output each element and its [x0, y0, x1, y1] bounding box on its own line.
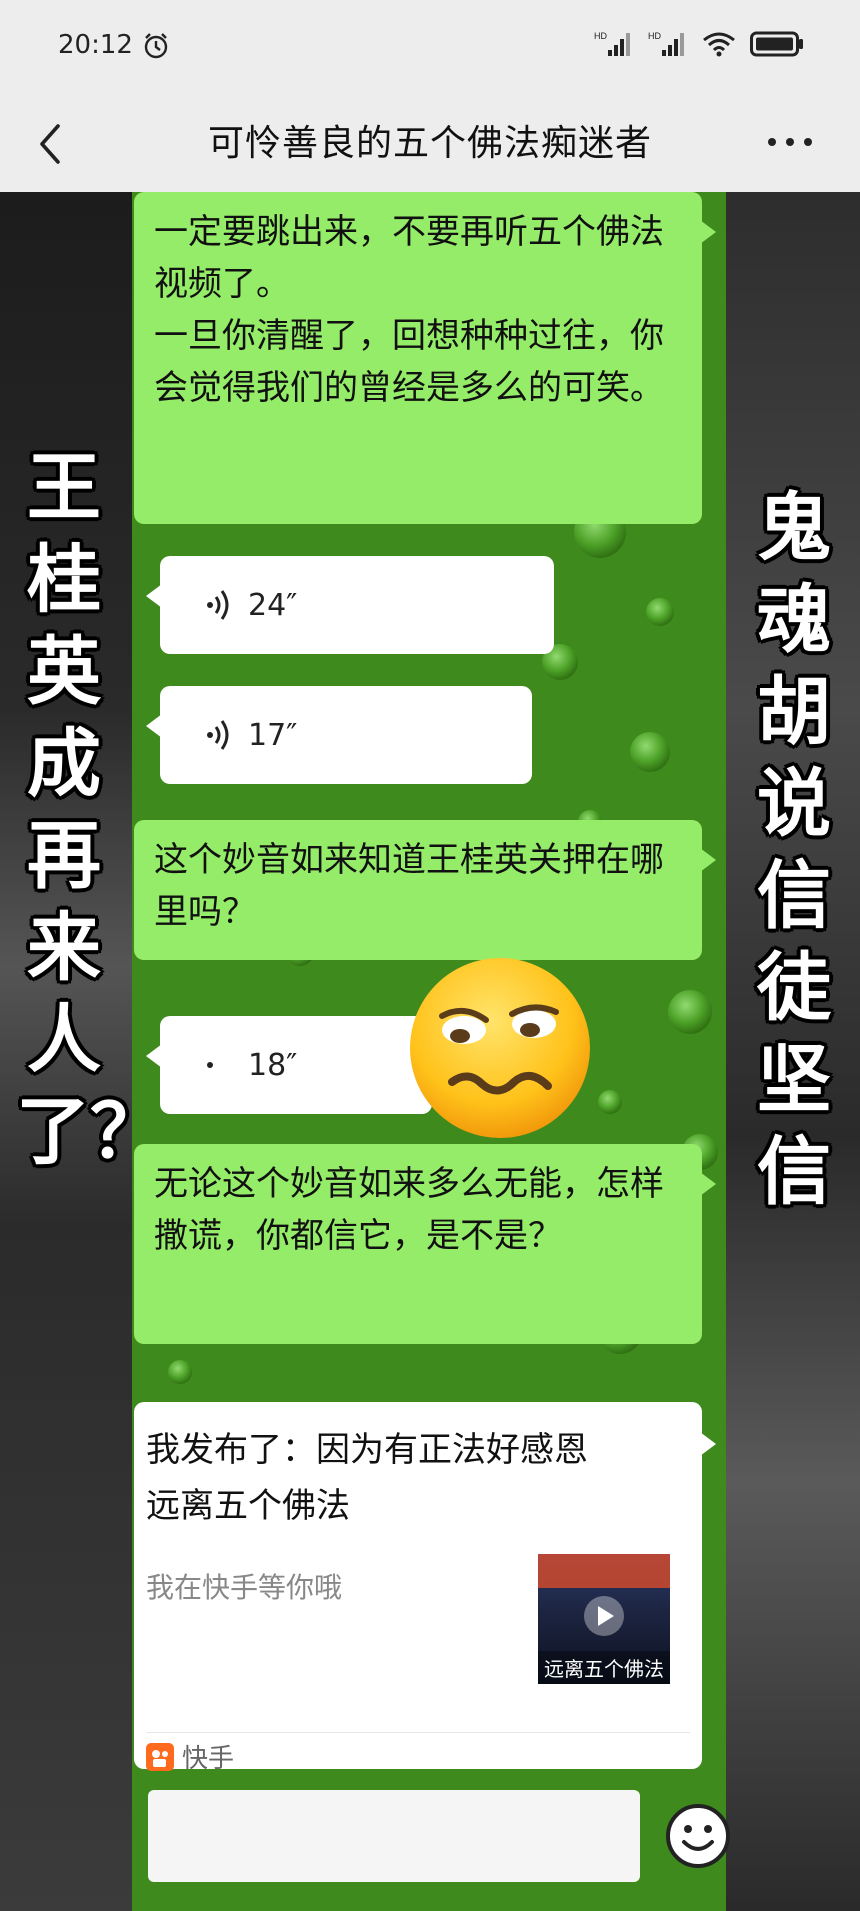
message-input[interactable]	[148, 1790, 640, 1882]
voice-wave-icon	[207, 1062, 213, 1068]
voice-wave-icon	[207, 590, 229, 620]
status-icons: HD HD	[594, 30, 804, 58]
card-title: 我发布了：因为有正法好感恩远离五个佛法	[146, 1430, 588, 1526]
status-time: 20:12	[58, 30, 133, 60]
woozy-face-emoji	[410, 958, 590, 1138]
voice-message[interactable]: 17″	[146, 686, 532, 784]
chat-title: 可怜善良的五个佛法痴迷者	[207, 123, 652, 164]
left-overlay-caption: 王桂英成再来人了？	[16, 445, 164, 1175]
card-divider	[146, 1732, 690, 1733]
card-subtitle: 我在快手等你哦	[146, 1571, 343, 1604]
signal-icon-2: HD	[648, 31, 684, 56]
voice-duration: 18″	[248, 1047, 298, 1083]
message-bubble[interactable]: 一定要跳出来，不要再听五个佛法视频了。 一旦你清醒了，回想种种过往，你会觉得我们…	[134, 192, 716, 524]
card-source: 快手	[146, 1738, 234, 1775]
message-bubble[interactable]: 无论这个妙音如来多么无能，怎样撒谎，你都信它，是不是？	[134, 1144, 716, 1344]
voice-duration: 24″	[248, 587, 298, 623]
status-bar: 20:12 HD HD	[0, 0, 860, 96]
voice-duration: 17″	[248, 717, 298, 753]
more-dots-icon[interactable]	[766, 134, 814, 150]
alarm-icon	[144, 33, 168, 59]
wifi-icon	[703, 32, 735, 57]
message-bubble[interactable]: 这个妙音如来知道王桂英关押在哪里吗？	[134, 820, 716, 960]
svg-text:HD: HD	[648, 31, 661, 41]
smiley-icon[interactable]	[664, 1802, 732, 1870]
svg-text:HD: HD	[594, 31, 607, 41]
thumbnail-caption: 远离五个佛法	[538, 1651, 670, 1684]
shared-link-card[interactable]: 我发布了：因为有正法好感恩远离五个佛法 我在快手等你哦 远离五个佛法 快手	[134, 1402, 716, 1774]
card-source-label: 快手	[182, 1744, 235, 1774]
nav-bar: 可怜善良的五个佛法痴迷者	[0, 96, 860, 192]
kuaishou-icon	[146, 1742, 174, 1771]
video-thumbnail: 远离五个佛法	[538, 1554, 670, 1684]
voice-message[interactable]: 24″	[146, 556, 554, 654]
chat-area[interactable]: 王桂英成再来人了？ 鬼魂胡说信徒坚信 一定要跳出来，不要再听五个佛法视频了。 一…	[0, 192, 860, 1911]
right-overlay-caption: 鬼魂胡说信徒坚信	[757, 485, 831, 1215]
chevron-left-icon[interactable]	[30, 118, 74, 170]
voice-wave-icon	[207, 720, 229, 750]
signal-icon: HD	[594, 31, 630, 56]
battery-icon	[750, 31, 803, 57]
voice-message[interactable]: 18″	[146, 1016, 432, 1114]
